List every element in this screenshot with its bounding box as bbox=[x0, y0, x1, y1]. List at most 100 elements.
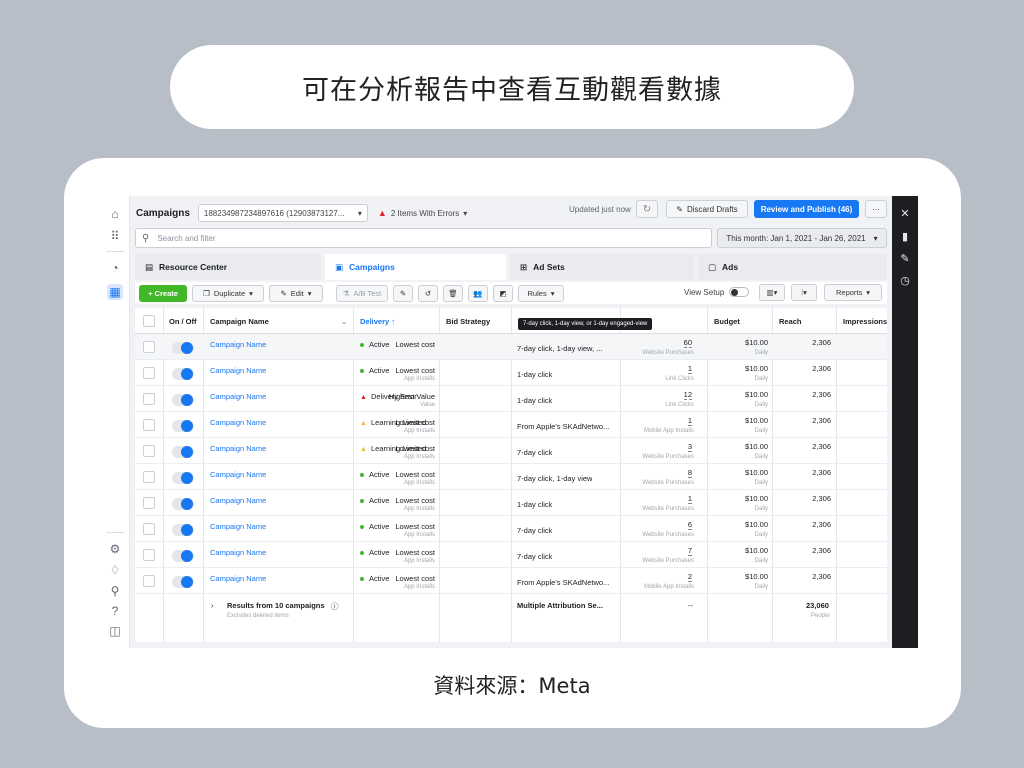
result-value[interactable]: 6 bbox=[687, 520, 692, 530]
select-all-checkbox[interactable] bbox=[143, 315, 155, 327]
preview-button[interactable]: ◩ bbox=[493, 284, 513, 302]
col-onoff[interactable]: On / Off bbox=[169, 317, 197, 326]
campaign-toggle[interactable] bbox=[172, 368, 194, 380]
result-value[interactable]: 8 bbox=[687, 468, 692, 478]
row-checkbox[interactable] bbox=[143, 419, 155, 431]
budget-value[interactable]: $10.00 bbox=[745, 572, 768, 581]
campaign-toggle[interactable] bbox=[172, 446, 194, 458]
search-icon[interactable]: ⚲ bbox=[107, 583, 123, 599]
clock-icon[interactable]: ◷ bbox=[898, 273, 912, 287]
campaign-name-link[interactable]: Campaign Name bbox=[210, 392, 266, 401]
table-row[interactable]: Campaign Name ▲ Delivery Error Highest Valu… bbox=[135, 386, 887, 412]
col-impressions[interactable]: Impressions bbox=[843, 317, 887, 326]
home-icon[interactable]: ⌂ bbox=[107, 206, 123, 222]
pencil-button[interactable]: ✎ bbox=[393, 284, 413, 302]
tab-campaigns[interactable]: ▣ Campaigns bbox=[325, 254, 510, 280]
result-value[interactable]: 1 bbox=[687, 364, 692, 374]
search-input[interactable]: ⚲ Search and filter bbox=[135, 228, 712, 248]
campaign-name-link[interactable]: Campaign Name bbox=[210, 574, 266, 583]
duplicate-button[interactable]: ❐ Duplicate ▾ bbox=[192, 284, 264, 302]
table-row[interactable]: Campaign Name Active Lowest cost App Instal… bbox=[135, 360, 887, 386]
tab-resource-center[interactable]: ▤ Resource Center bbox=[135, 254, 325, 280]
gear-icon[interactable]: ⚙ bbox=[107, 541, 123, 557]
rules-button[interactable]: Rules ▾ bbox=[518, 284, 564, 302]
errors-dropdown[interactable]: ▲ 2 Items With Errors ▾ bbox=[378, 208, 467, 218]
ab-test-button[interactable]: ⚗ A/B Test bbox=[336, 284, 388, 302]
campaign-name-link[interactable]: Campaign Name bbox=[210, 522, 266, 531]
row-checkbox[interactable] bbox=[143, 549, 155, 561]
create-button[interactable]: + Create bbox=[139, 284, 187, 302]
col-delivery[interactable]: Delivery ↑ bbox=[360, 317, 395, 326]
campaign-toggle[interactable] bbox=[172, 472, 194, 484]
budget-value[interactable]: $10.00 bbox=[745, 338, 768, 347]
result-value[interactable]: 1 bbox=[687, 416, 692, 426]
bar-chart-icon[interactable]: ▮ bbox=[898, 229, 912, 243]
tab-ad-sets[interactable]: ⊞ Ad Sets bbox=[510, 254, 698, 280]
row-checkbox[interactable] bbox=[143, 497, 155, 509]
close-icon[interactable]: ✕ bbox=[898, 206, 912, 220]
pencil-icon[interactable]: ✎ bbox=[898, 251, 912, 265]
table-row[interactable]: Campaign Name Active Lowest cost App Instal… bbox=[135, 490, 887, 516]
reports-button[interactable]: Reports ▾ bbox=[824, 284, 882, 301]
table-row[interactable]: Campaign Name Active Lowest cost App Instal… bbox=[135, 568, 887, 594]
campaign-name-link[interactable]: Campaign Name bbox=[210, 496, 266, 505]
budget-value[interactable]: $10.00 bbox=[745, 364, 768, 373]
budget-value[interactable]: $10.00 bbox=[745, 390, 768, 399]
col-budget[interactable]: Budget bbox=[714, 317, 740, 326]
campaign-name-link[interactable]: Campaign Name bbox=[210, 366, 266, 375]
campaign-toggle[interactable] bbox=[172, 498, 194, 510]
campaign-toggle[interactable] bbox=[172, 576, 194, 588]
help-icon[interactable]: ? bbox=[107, 603, 123, 619]
view-setup[interactable]: View Setup bbox=[684, 287, 750, 297]
result-value[interactable]: 1 bbox=[687, 494, 692, 504]
row-checkbox[interactable] bbox=[143, 445, 155, 457]
campaign-toggle[interactable] bbox=[172, 524, 194, 536]
row-checkbox[interactable] bbox=[143, 471, 155, 483]
tab-ads[interactable]: ▢ Ads bbox=[698, 254, 887, 280]
result-value[interactable]: 7 bbox=[687, 546, 692, 556]
budget-value[interactable]: $10.00 bbox=[745, 468, 768, 477]
budget-value[interactable]: $10.00 bbox=[745, 494, 768, 503]
review-publish-button[interactable]: Review and Publish (46) bbox=[754, 200, 859, 218]
dashboard-icon[interactable]: ◔ bbox=[107, 260, 123, 276]
col-campaign-name[interactable]: Campaign Name bbox=[210, 317, 269, 326]
budget-value[interactable]: $10.00 bbox=[745, 520, 768, 529]
table-row[interactable]: Campaign Name ▲ Learning Limited Lowest cos… bbox=[135, 438, 887, 464]
row-checkbox[interactable] bbox=[143, 523, 155, 535]
delete-button[interactable]: 🗑 bbox=[443, 284, 463, 302]
columns-button[interactable]: ▥▾ bbox=[759, 284, 785, 301]
expand-chevron-icon[interactable]: › bbox=[211, 601, 214, 610]
result-value[interactable]: 2 bbox=[687, 572, 692, 582]
apps-grid-icon[interactable]: ⠿ bbox=[107, 228, 123, 244]
table-row[interactable]: Campaign Name Active Lowest cost App Instal… bbox=[135, 464, 887, 490]
audience-button[interactable]: 👥 bbox=[468, 284, 488, 302]
info-icon[interactable]: ⓘ bbox=[331, 601, 339, 612]
table-row[interactable]: Campaign Name Active Lowest cost 7-day clic… bbox=[135, 334, 887, 360]
account-selector[interactable]: 188234987234897616 (12903873127... ▾ bbox=[197, 204, 368, 222]
budget-value[interactable]: $10.00 bbox=[745, 442, 768, 451]
table-row[interactable]: Campaign Name ▲ Learning Limited Lowest cos… bbox=[135, 412, 887, 438]
result-value[interactable]: 3 bbox=[687, 442, 692, 452]
campaign-name-link[interactable]: Campaign Name bbox=[210, 340, 266, 349]
row-checkbox[interactable] bbox=[143, 367, 155, 379]
row-checkbox[interactable] bbox=[143, 575, 155, 587]
bell-icon[interactable]: ♢ bbox=[107, 562, 123, 578]
campaign-toggle[interactable] bbox=[172, 420, 194, 432]
refresh-button[interactable]: ↻ bbox=[636, 200, 658, 218]
campaign-name-link[interactable]: Campaign Name bbox=[210, 418, 266, 427]
view-setup-toggle[interactable] bbox=[729, 287, 750, 297]
campaign-name-link[interactable]: Campaign Name bbox=[210, 548, 266, 557]
campaign-toggle[interactable] bbox=[172, 550, 194, 562]
campaign-toggle[interactable] bbox=[172, 394, 194, 406]
campaigns-table-icon[interactable]: ▦ bbox=[107, 284, 123, 300]
row-checkbox[interactable] bbox=[143, 341, 155, 353]
campaign-name-link[interactable]: Campaign Name bbox=[210, 444, 266, 453]
campaign-toggle[interactable] bbox=[172, 342, 194, 354]
more-options-button[interactable]: ··· bbox=[865, 200, 887, 218]
edit-button[interactable]: ✎ Edit ▾ bbox=[269, 284, 323, 302]
result-value[interactable]: 12 bbox=[683, 390, 692, 400]
undo-button[interactable]: ↺ bbox=[418, 284, 438, 302]
discard-drafts-button[interactable]: ✎ Discard Drafts bbox=[666, 200, 748, 218]
result-value[interactable]: 60 bbox=[683, 338, 692, 348]
breakdown-button[interactable]: ⁞▾ bbox=[791, 284, 817, 301]
